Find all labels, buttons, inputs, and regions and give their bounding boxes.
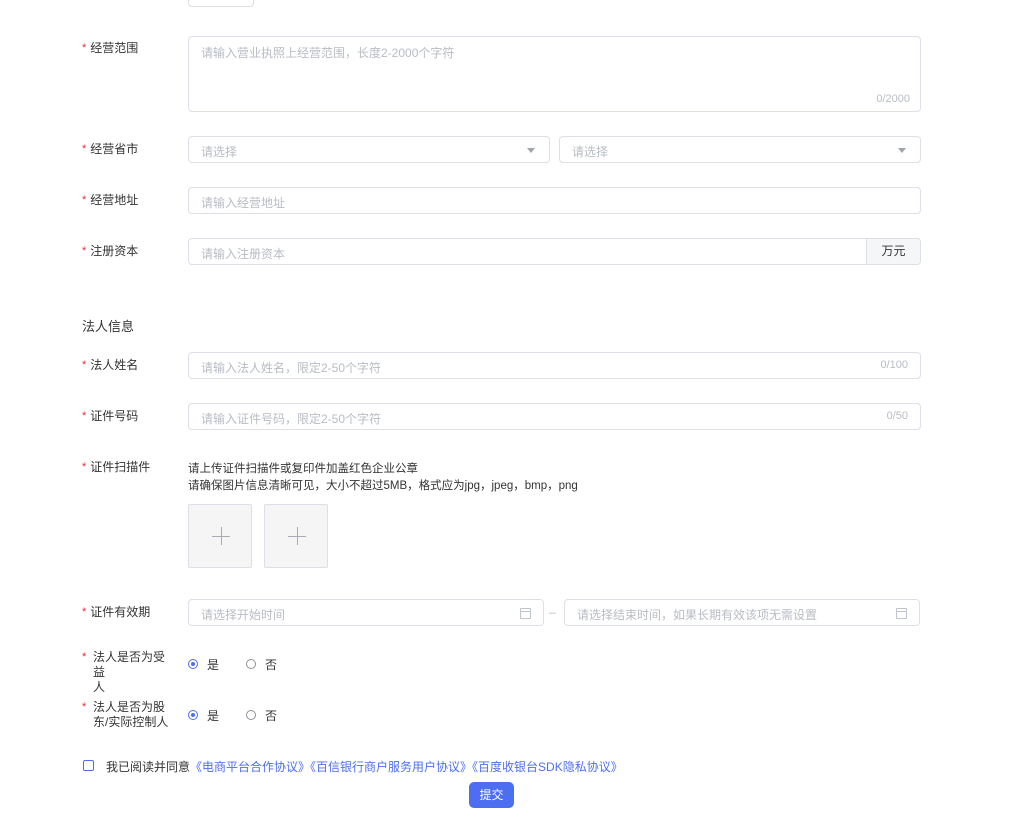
business-scope-label-text: 经营范围 [90, 41, 139, 55]
beneficiary-no-radio[interactable] [246, 659, 256, 669]
beneficiary-yes-radio[interactable] [188, 659, 198, 669]
id-scan-label: * 证件扫描件 [82, 460, 172, 475]
controller-yes-label[interactable]: 是 [207, 707, 219, 724]
legal-name-input[interactable]: 请输入法人姓名，限定2-50个字符 0/100 [188, 352, 921, 379]
ecommerce-agreement-link[interactable]: 《电商平台合作协议》 [190, 760, 310, 774]
required-mark: * [82, 245, 87, 257]
business-scope-placeholder: 请输入营业执照上经营范围，长度2-2000个字符 [201, 46, 455, 60]
validity-start-placeholder: 请选择开始时间 [201, 608, 286, 622]
required-mark: * [82, 359, 87, 371]
legal-name-counter: 0/100 [880, 359, 908, 371]
required-mark: * [82, 194, 87, 206]
submit-button[interactable]: 提交 [469, 782, 514, 808]
required-mark: * [82, 606, 87, 618]
id-back-upload-button[interactable] [264, 504, 328, 568]
id-front-upload-button[interactable] [188, 504, 252, 568]
previous-field-input[interactable] [188, 0, 254, 7]
beneficiary-no-label[interactable]: 否 [265, 656, 277, 673]
id-validity-label-text: 证件有效期 [90, 605, 151, 619]
agreement-text: 我已阅读并同意《电商平台合作协议》《百信银行商户服务用户协议》《百度收银台SDK… [106, 758, 623, 775]
beneficiary-yes-label[interactable]: 是 [207, 656, 219, 673]
validity-end-placeholder: 请选择结束时间，如果长期有效该项无需设置 [577, 608, 818, 622]
merchant-form-page: * 经营范围 请输入营业执照上经营范围，长度2-2000个字符 0/2000 * 经… [0, 0, 1035, 818]
legal-name-label: * 法人姓名 [82, 358, 172, 373]
legal-name-label-text: 法人姓名 [90, 358, 139, 372]
business-address-input[interactable]: 请输入经营地址 [188, 187, 921, 214]
id-scan-label-text: 证件扫描件 [90, 460, 151, 474]
business-region-label-text: 经营省市 [90, 142, 139, 156]
controller-label-line2: 东/实际控制人 [93, 715, 169, 729]
validity-end-date-input[interactable]: 请选择结束时间，如果长期有效该项无需设置 [564, 599, 920, 626]
controller-no-radio[interactable] [246, 710, 256, 720]
calendar-icon [896, 608, 907, 619]
id-number-label: * 证件号码 [82, 409, 172, 424]
business-region-label: * 经营省市 [82, 142, 172, 157]
baixin-bank-agreement-link[interactable]: 《百信银行商户服务用户协议》 [310, 760, 472, 774]
business-address-label-text: 经营地址 [90, 193, 139, 207]
controller-label-line1: 法人是否为股 [93, 700, 166, 714]
required-mark: * [82, 461, 87, 473]
registered-capital-label: * 注册资本 [82, 244, 172, 259]
province-select-placeholder: 请选择 [201, 145, 238, 159]
controller-label-text: 法人是否为股 东/实际控制人 [93, 700, 175, 730]
controller-no-label[interactable]: 否 [265, 707, 277, 724]
required-mark: * [82, 651, 87, 663]
chevron-down-icon [527, 148, 535, 153]
beneficiary-label-line2: 人 [93, 680, 106, 694]
agreement-checkbox[interactable] [83, 760, 94, 771]
beneficiary-label: * 法人是否为受益 人 [82, 650, 172, 694]
id-scan-hint-line1: 请上传证件扫描件或复印件加盖红色企业公章 [188, 463, 418, 475]
required-mark: * [82, 701, 87, 713]
date-range-separator: – [549, 605, 556, 619]
registered-capital-input[interactable]: 请输入注册资本 万元 [188, 238, 921, 265]
business-scope-textarea[interactable]: 请输入营业执照上经营范围，长度2-2000个字符 0/2000 [188, 36, 921, 112]
required-mark: * [82, 410, 87, 422]
required-mark: * [82, 42, 87, 54]
legal-name-placeholder: 请输入法人姓名，限定2-50个字符 [201, 361, 382, 375]
city-select-placeholder: 请选择 [572, 145, 609, 159]
legal-person-section-title: 法人信息 [82, 319, 135, 334]
registered-capital-placeholder: 请输入注册资本 [201, 247, 286, 261]
baidu-sdk-privacy-link[interactable]: 《百度收银台SDK隐私协议》 [472, 760, 623, 774]
city-select[interactable]: 请选择 [559, 136, 921, 163]
id-number-placeholder: 请输入证件号码，限定2-50个字符 [201, 412, 382, 426]
id-number-input[interactable]: 请输入证件号码，限定2-50个字符 0/50 [188, 403, 921, 430]
business-scope-label: * 经营范围 [82, 41, 172, 56]
beneficiary-label-text: 法人是否为受益 人 [93, 650, 175, 695]
id-validity-label: * 证件有效期 [82, 605, 172, 620]
chevron-down-icon [898, 148, 906, 153]
controller-label: * 法人是否为股 东/实际控制人 [82, 700, 172, 730]
required-mark: * [82, 143, 87, 155]
beneficiary-label-line1: 法人是否为受益 [93, 650, 166, 679]
calendar-icon [520, 608, 531, 619]
id-number-label-text: 证件号码 [90, 409, 139, 423]
controller-yes-radio[interactable] [188, 710, 198, 720]
registered-capital-label-text: 注册资本 [90, 244, 139, 258]
agreement-prefix: 我已阅读并同意 [106, 760, 191, 774]
id-number-counter: 0/50 [886, 410, 908, 422]
capital-unit-suffix: 万元 [866, 239, 920, 264]
business-scope-counter: 0/2000 [876, 93, 910, 105]
business-address-placeholder: 请输入经营地址 [201, 196, 286, 210]
business-address-label: * 经营地址 [82, 193, 172, 208]
province-select[interactable]: 请选择 [188, 136, 550, 163]
id-scan-hint-line2: 请确保图片信息清晰可见，大小不超过5MB，格式应为jpg，jpeg，bmp，pn… [188, 480, 578, 492]
validity-start-date-input[interactable]: 请选择开始时间 [188, 599, 544, 626]
